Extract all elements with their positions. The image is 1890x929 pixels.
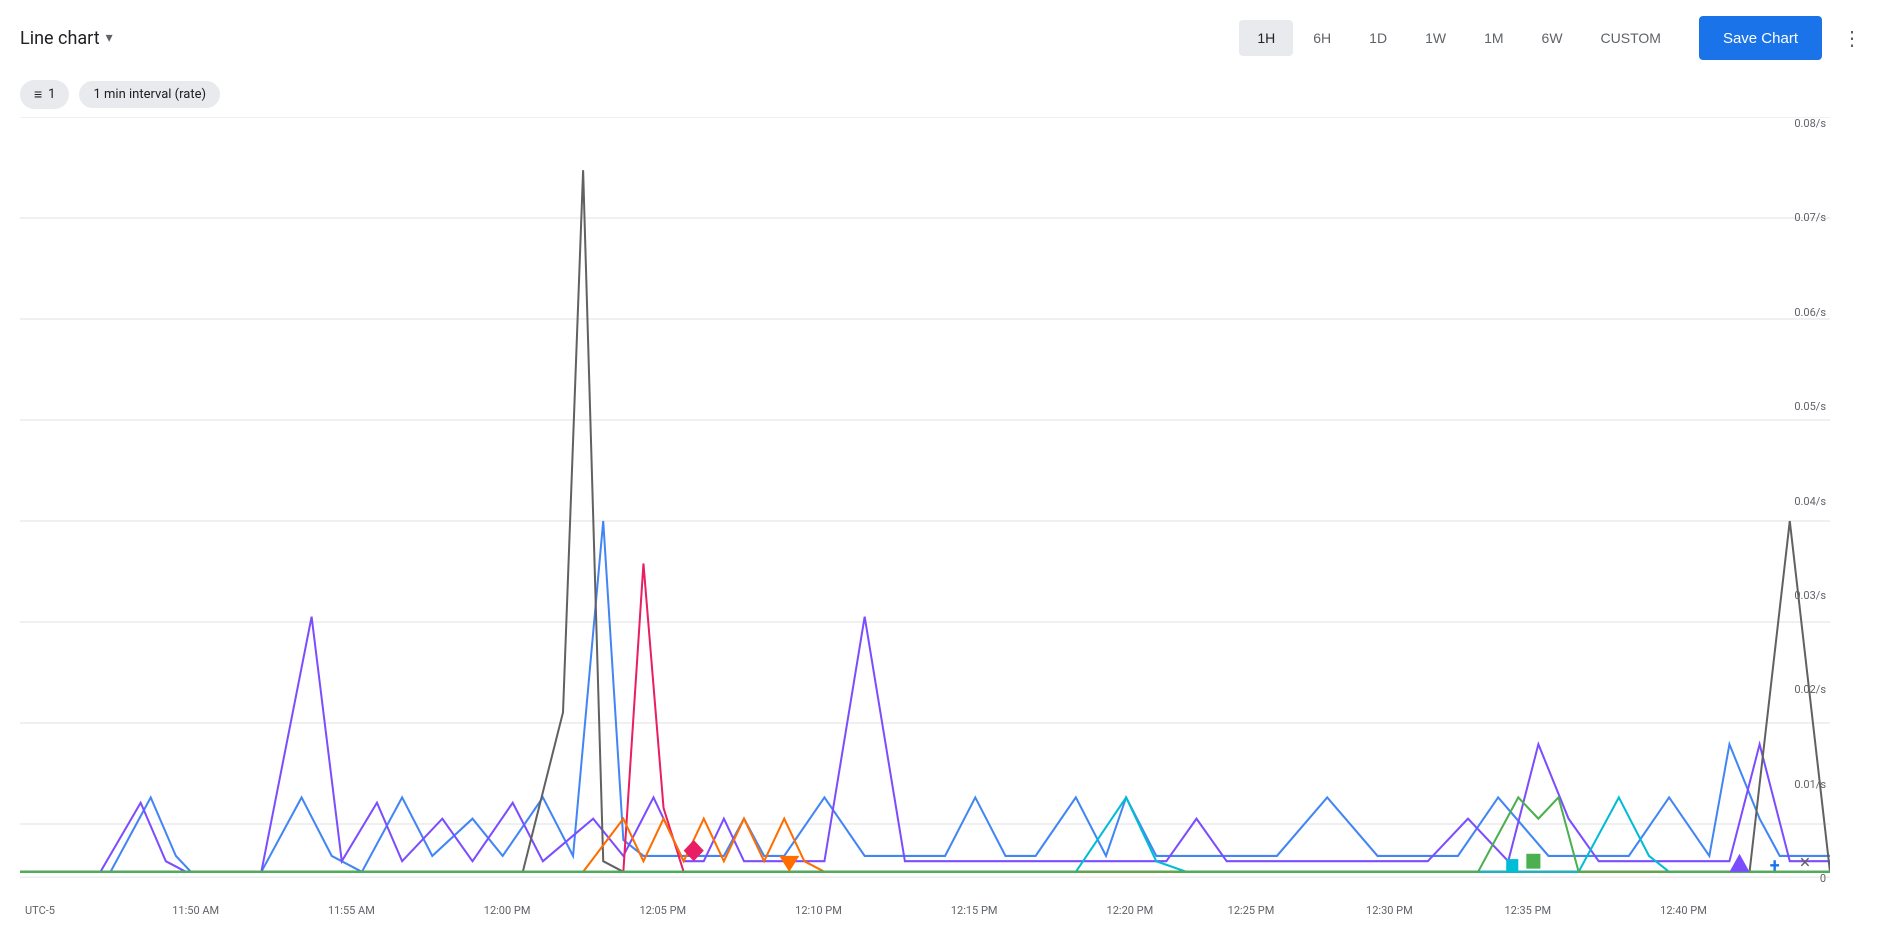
x-label-1230: 12:30 PM: [1366, 904, 1413, 917]
x-label-1200: 12:00 PM: [484, 904, 531, 917]
header: Line chart ▾ 1H 6H 1D 1W 1M 6W CUSTOM Sa…: [0, 0, 1890, 76]
x-label-1220: 12:20 PM: [1107, 904, 1154, 917]
y-label-6: 0.02/s: [1794, 683, 1826, 696]
line-orange: [20, 819, 1830, 872]
y-label-3: 0.05/s: [1794, 400, 1826, 413]
chart-type-label: Line chart: [20, 28, 100, 49]
x-label-1210: 12:10 PM: [795, 904, 842, 917]
time-btn-1d[interactable]: 1D: [1351, 20, 1405, 56]
marker-square-teal: [1506, 859, 1518, 872]
x-label-1150: 11:50 AM: [172, 904, 219, 917]
time-btn-1w[interactable]: 1W: [1407, 20, 1464, 56]
y-label-5: 0.03/s: [1794, 589, 1826, 602]
y-label-7: 0.01/s: [1794, 778, 1826, 791]
y-axis-labels: 0.08/s 0.07/s 0.06/s 0.05/s 0.04/s 0.03/…: [1775, 117, 1830, 885]
x-label-1240: 12:40 PM: [1660, 904, 1707, 917]
filter-count: 1: [48, 87, 55, 102]
interval-label: 1 min interval (rate): [93, 87, 206, 102]
time-btn-6h[interactable]: 6H: [1295, 20, 1349, 56]
y-label-0: 0.08/s: [1794, 117, 1826, 130]
interval-badge[interactable]: 1 min interval (rate): [79, 81, 220, 108]
more-options-button[interactable]: ⋮: [1834, 18, 1870, 59]
line-purple: [20, 617, 1830, 872]
time-btn-1h[interactable]: 1H: [1239, 20, 1293, 56]
x-label-1155: 11:55 AM: [328, 904, 375, 917]
sub-header: ≡ 1 1 min interval (rate): [0, 76, 1890, 117]
x-axis-labels: UTC-5 11:50 AM 11:55 AM 12:00 PM 12:05 P…: [40, 895, 1770, 925]
time-btn-1m[interactable]: 1M: [1466, 20, 1521, 56]
chart-type-arrow: ▾: [106, 30, 113, 46]
y-label-1: 0.07/s: [1794, 211, 1826, 224]
y-label-8: 0: [1820, 872, 1826, 885]
time-btn-custom[interactable]: CUSTOM: [1583, 20, 1679, 56]
x-label-utc: UTC-5: [25, 904, 55, 917]
marker-square-green: [1526, 854, 1540, 869]
x-label-1235: 12:35 PM: [1504, 904, 1551, 917]
x-label-1215: 12:15 PM: [951, 904, 998, 917]
marker-diamond: [684, 840, 704, 861]
chart-container: + ✕ 0.08/s 0.07/s 0.06/s 0.05/s 0.04/s 0…: [20, 117, 1830, 925]
line-blue: [20, 521, 1830, 872]
marker-triangle-up: [1729, 854, 1749, 872]
time-controls: 1H 6H 1D 1W 1M 6W CUSTOM: [1239, 20, 1679, 56]
x-label-1205: 12:05 PM: [639, 904, 686, 917]
chart-type-selector[interactable]: Line chart ▾: [20, 28, 113, 49]
chart-area: + ✕ 0.08/s 0.07/s 0.06/s 0.05/s 0.04/s 0…: [0, 117, 1890, 925]
filter-badge[interactable]: ≡ 1: [20, 80, 69, 109]
filter-icon: ≡: [34, 86, 42, 103]
x-label-1225: 12:25 PM: [1228, 904, 1275, 917]
save-chart-button[interactable]: Save Chart: [1699, 16, 1822, 60]
main-chart-svg: + ✕: [20, 117, 1830, 925]
y-label-4: 0.04/s: [1794, 495, 1826, 508]
time-btn-6w[interactable]: 6W: [1524, 20, 1581, 56]
y-label-2: 0.06/s: [1794, 306, 1826, 319]
marker-triangle-down: [779, 856, 799, 872]
